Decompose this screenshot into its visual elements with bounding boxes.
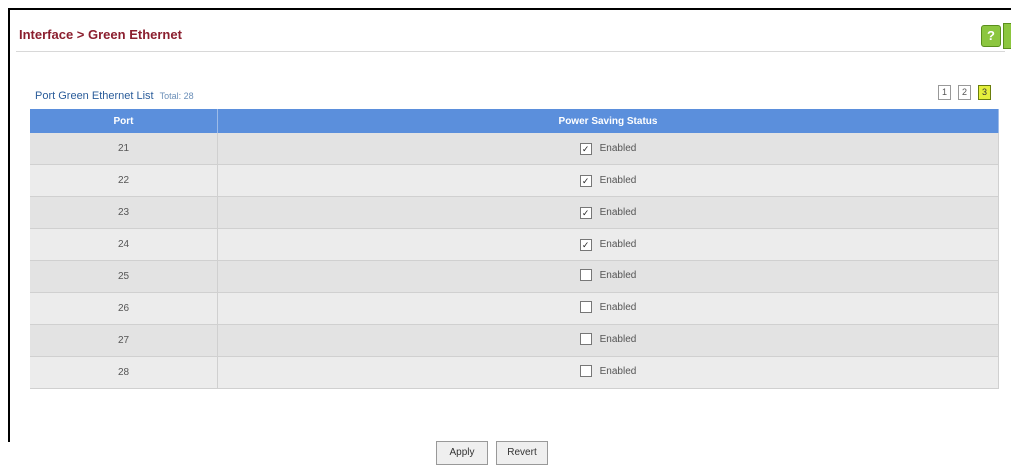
column-power-saving-header: Power Saving Status <box>217 109 999 133</box>
help-icon-edge <box>1003 23 1011 49</box>
port-cell: 27 <box>30 324 218 357</box>
page-title: Interface > Green Ethernet <box>19 27 182 42</box>
apply-button[interactable]: Apply <box>436 441 488 465</box>
enabled-label: Enabled <box>599 365 637 377</box>
page-1-button[interactable]: 1 <box>938 85 951 100</box>
status-control: Enabled <box>579 301 637 313</box>
table-row: 23 ✓ Enabled <box>30 196 999 229</box>
action-buttons: Apply Revert <box>436 441 548 465</box>
table-row: 27 Enabled <box>30 324 999 357</box>
port-cell: 28 <box>30 356 218 389</box>
status-cell: Enabled <box>217 324 999 357</box>
status-cell: ✓ Enabled <box>217 164 999 197</box>
help-icon[interactable]: ? <box>981 25 1001 47</box>
title-divider <box>16 51 1005 52</box>
status-cell: Enabled <box>217 356 999 389</box>
table-row: 28 Enabled <box>30 356 999 389</box>
status-control: ✓ Enabled <box>579 206 637 219</box>
table-header-row: Port Power Saving Status <box>30 109 999 133</box>
status-cell: ✓ Enabled <box>217 196 999 229</box>
title-bar: Interface > Green Ethernet ? <box>10 10 1011 52</box>
table-row: 21 ✓ Enabled <box>30 133 999 165</box>
main-frame: Interface > Green Ethernet ? Port Green … <box>8 8 1011 465</box>
enabled-checkbox[interactable] <box>579 365 592 377</box>
enabled-label: Enabled <box>599 143 637 154</box>
table-row: 25 Enabled <box>30 260 999 293</box>
port-cell: 25 <box>30 260 218 293</box>
list-header: Port Green Ethernet List Total: 28 <box>35 90 194 102</box>
list-title: Port Green Ethernet List <box>35 90 154 102</box>
enabled-checkbox[interactable] <box>579 333 592 345</box>
pager: 1 2 3 <box>938 85 991 100</box>
enabled-checkbox[interactable]: ✓ <box>579 142 592 155</box>
enabled-label: Enabled <box>599 175 637 186</box>
port-cell: 22 <box>30 164 218 197</box>
status-cell: Enabled <box>217 260 999 293</box>
table-row: 24 ✓ Enabled <box>30 228 999 261</box>
port-cell: 24 <box>30 228 218 261</box>
revert-button[interactable]: Revert <box>496 441 548 465</box>
status-control: Enabled <box>579 333 637 345</box>
enabled-checkbox[interactable]: ✓ <box>579 206 592 219</box>
enabled-label: Enabled <box>599 239 637 250</box>
status-cell: ✓ Enabled <box>217 133 999 165</box>
enabled-checkbox[interactable]: ✓ <box>579 174 592 187</box>
page-3-button[interactable]: 3 <box>978 85 991 100</box>
status-control: ✓ Enabled <box>579 174 637 187</box>
port-cell: 21 <box>30 133 218 165</box>
column-port-header: Port <box>30 109 218 133</box>
enabled-checkbox[interactable] <box>579 301 592 313</box>
table-row: 22 ✓ Enabled <box>30 164 999 197</box>
status-control: ✓ Enabled <box>579 238 637 251</box>
enabled-label: Enabled <box>599 333 637 345</box>
enabled-checkbox[interactable] <box>579 269 592 281</box>
enabled-label: Enabled <box>599 207 637 218</box>
enabled-checkbox[interactable]: ✓ <box>579 238 592 251</box>
table-row: 26 Enabled <box>30 292 999 325</box>
ports-table: Port Power Saving Status 21 ✓ Enabled 22 ✓ En… <box>30 109 999 389</box>
status-control: Enabled <box>579 365 637 377</box>
status-cell: ✓ Enabled <box>217 228 999 261</box>
port-cell: 23 <box>30 196 218 229</box>
page-2-button[interactable]: 2 <box>958 85 971 100</box>
status-control: Enabled <box>579 269 637 281</box>
enabled-label: Enabled <box>599 301 637 313</box>
enabled-label: Enabled <box>599 269 637 281</box>
status-cell: Enabled <box>217 292 999 325</box>
port-cell: 26 <box>30 292 218 325</box>
status-control: ✓ Enabled <box>579 142 637 155</box>
list-total: Total: 28 <box>159 91 194 101</box>
